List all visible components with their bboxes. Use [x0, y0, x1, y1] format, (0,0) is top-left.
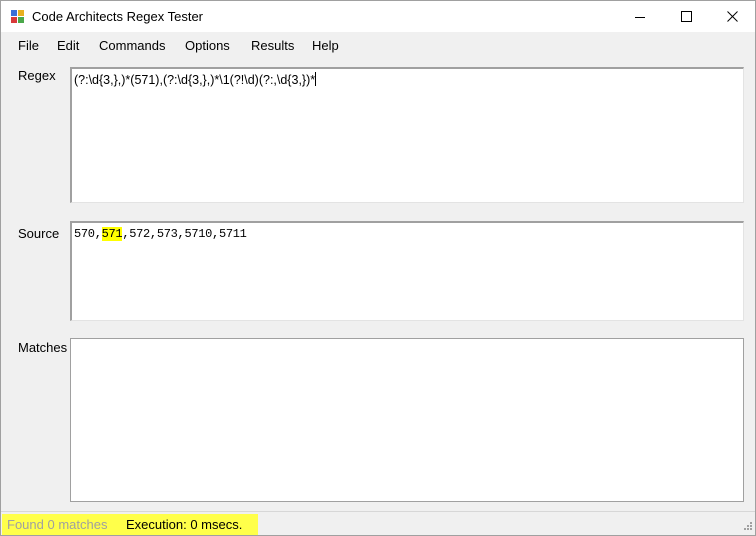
title-bar[interactable]: Code Architects Regex Tester: [1, 1, 755, 32]
close-button[interactable]: [709, 1, 755, 32]
source-text-before: 570,: [74, 227, 102, 241]
source-input[interactable]: 570,571,572,573,5710,5711: [70, 221, 744, 321]
source-text-after: ,572,573,5710,5711: [122, 227, 247, 241]
source-highlighted-match: 571: [101, 227, 123, 241]
menu-help[interactable]: Help: [312, 38, 339, 53]
resize-grip-icon[interactable]: [741, 521, 752, 532]
app-window: Code Architects Regex Tester File Edit C…: [0, 0, 756, 536]
regex-text-wrap: (?:\d{3,},)*(571),(?:\d{3,},)*\1(?!\d)(?…: [74, 72, 317, 87]
regex-label: Regex: [18, 68, 56, 83]
minimize-button[interactable]: [617, 1, 663, 32]
menu-edit[interactable]: Edit: [57, 38, 79, 53]
app-icon: [11, 10, 25, 23]
status-bar: Found 0 matches Execution: 0 msecs.: [1, 511, 755, 535]
source-text-wrap: 570,571,572,573,5710,5711: [74, 227, 247, 241]
text-caret: [315, 72, 317, 86]
status-execution-time: Execution: 0 msecs.: [126, 517, 243, 532]
menu-commands[interactable]: Commands: [99, 38, 165, 53]
matches-list[interactable]: [70, 338, 744, 502]
menu-file[interactable]: File: [18, 38, 39, 53]
source-label: Source: [18, 226, 60, 241]
close-icon: [726, 11, 738, 22]
regex-input[interactable]: (?:\d{3,},)*(571),(?:\d{3,},)*\1(?!\d)(?…: [70, 67, 744, 203]
status-found-count: Found 0 matches: [7, 517, 108, 532]
maximize-button[interactable]: [663, 1, 709, 32]
maximize-icon: [680, 11, 692, 22]
window-title: Code Architects Regex Tester: [32, 9, 204, 24]
menu-bar: File Edit Commands Options Results Help: [1, 32, 755, 59]
matches-label: Matches: [18, 340, 68, 355]
regex-value: (?:\d{3,},)*(571),(?:\d{3,},)*\1(?!\d)(?…: [74, 73, 316, 87]
menu-results[interactable]: Results: [251, 38, 294, 53]
menu-options[interactable]: Options: [185, 38, 230, 53]
minimize-icon: [635, 16, 645, 18]
